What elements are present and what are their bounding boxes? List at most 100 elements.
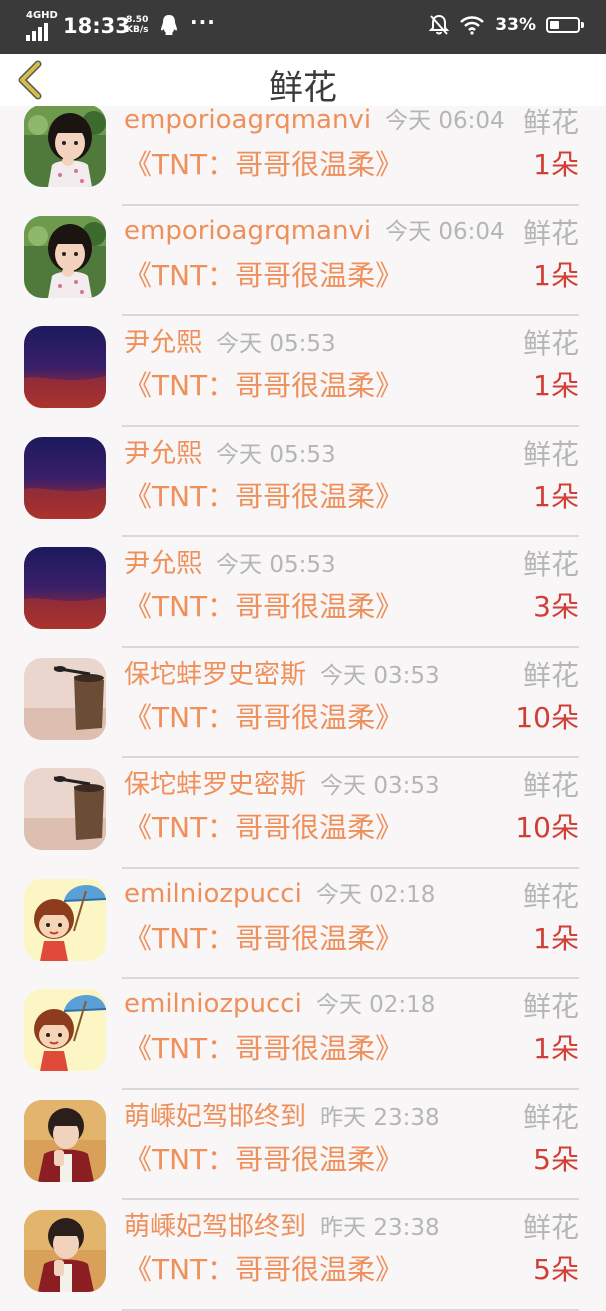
battery-icon [546,17,584,33]
list-item[interactable]: 尹允熙 今天 05:53 鲜花 《TNT：哥哥很温柔》 1朵 [0,427,606,537]
timestamp: 今天 06:04 [385,218,505,245]
list-item[interactable]: 保坨蚌罗史密斯 今天 03:53 鲜花 《TNT：哥哥很温柔》 10朵 [0,758,606,869]
avatar[interactable] [24,105,106,187]
work-title[interactable]: 《TNT：哥哥很温柔》 [124,696,403,736]
avatar[interactable] [24,768,106,850]
flower-count: 1朵 [533,148,579,181]
username[interactable]: emilniozpucci [124,879,302,909]
work-title[interactable]: 《TNT：哥哥很温柔》 [124,917,403,957]
gift-type: 鲜花 [522,1100,579,1134]
timestamp: 今天 05:53 [216,552,336,578]
username[interactable]: 保坨蚌罗史密斯 [124,770,306,800]
username[interactable]: 尹允熙 [124,328,202,358]
username[interactable]: 萌嵊妃驾邯终到 [124,1102,306,1132]
list-item[interactable]: 尹允熙 今天 05:53 鲜花 《TNT：哥哥很温柔》 3朵 [0,537,606,648]
username-line: 尹允熙 今天 05:53 [124,322,336,359]
gift-type: 鲜花 [522,990,579,1023]
flower-count: 5朵 [533,1142,579,1176]
qq-icon [160,14,178,40]
avatar[interactable] [24,326,106,408]
work-title[interactable]: 《TNT：哥哥很温柔》 [124,585,403,625]
timestamp: 昨天 23:38 [320,1215,440,1241]
list-item[interactable]: emporioagrqmanvi 今天 06:04 鲜花 《TNT：哥哥很温柔》 … [0,206,606,316]
battery-percent: 33% [495,15,536,35]
flower-count: 1朵 [533,479,579,513]
flower-record-list[interactable]: emporioagrqmanvi 今天 06:04 鲜花 《TNT：哥哥很温柔》 … [0,95,606,1311]
gift-type: 鲜花 [522,879,579,913]
work-title[interactable]: 《TNT：哥哥很温柔》 [124,1027,403,1067]
list-item[interactable]: 萌嵊妃驾邯终到 昨天 23:38 鲜花 《TNT：哥哥很温柔》 5朵 [0,1200,606,1311]
flower-count: 1朵 [533,369,579,402]
username[interactable]: emporioagrqmanvi [124,105,371,135]
username-line: emilniozpucci 今天 02:18 [124,985,435,1019]
list-item[interactable]: emporioagrqmanvi 今天 06:04 鲜花 《TNT：哥哥很温柔》 … [0,95,606,206]
gift-type: 鲜花 [522,548,579,581]
username-line: 保坨蚌罗史密斯 今天 03:53 [124,654,440,691]
timestamp: 今天 05:53 [216,331,336,357]
signal-indicator: 4GHD [26,10,58,42]
list-item[interactable]: 尹允熙 今天 05:53 鲜花 《TNT：哥哥很温柔》 1朵 [0,316,606,427]
flower-count: 10朵 [515,700,579,734]
network-speed: 8.50 KB/s [126,15,148,35]
network-type: 4GHD [26,10,58,21]
speed-value: 8.50 [126,15,149,25]
avatar[interactable] [24,989,106,1071]
divider [122,1308,579,1311]
list-item[interactable]: emilniozpucci 今天 02:18 鲜花 《TNT：哥哥很温柔》 1朵 [0,869,606,979]
work-title[interactable]: 《TNT：哥哥很温柔》 [124,254,403,294]
list-item[interactable]: emilniozpucci 今天 02:18 鲜花 《TNT：哥哥很温柔》 1朵 [0,979,606,1090]
work-title[interactable]: 《TNT：哥哥很温柔》 [124,475,403,515]
work-title[interactable]: 《TNT：哥哥很温柔》 [124,806,403,846]
username-line: emilniozpucci 今天 02:18 [124,875,435,909]
clock: 18:33 [63,14,130,38]
title-bar: 鲜花 [0,54,606,108]
signal-icon [26,23,48,41]
avatar[interactable] [24,215,106,298]
gift-type: 鲜花 [522,1211,579,1244]
username-line: 保坨蚌罗史密斯 今天 03:53 [124,764,440,801]
avatar[interactable] [24,657,106,740]
username[interactable]: 尹允熙 [124,439,202,469]
wifi-icon [460,16,485,35]
avatar[interactable] [24,878,106,961]
more-notifications-icon: ··· [190,10,216,34]
timestamp: 今天 06:04 [385,108,505,134]
username[interactable]: 保坨蚌罗史密斯 [124,660,306,690]
username-line: 萌嵊妃驾邯终到 昨天 23:38 [124,1206,440,1243]
avatar[interactable] [24,436,106,519]
gift-type: 鲜花 [522,437,579,471]
gift-type: 鲜花 [522,216,579,250]
gift-type: 鲜花 [522,769,579,802]
list-item[interactable]: 萌嵊妃驾邯终到 昨天 23:38 鲜花 《TNT：哥哥很温柔》 5朵 [0,1090,606,1200]
flower-count: 1朵 [533,1032,579,1065]
work-title[interactable]: 《TNT：哥哥很温柔》 [124,1138,403,1178]
flower-count: 10朵 [515,811,579,844]
avatar[interactable] [24,547,106,629]
username[interactable]: emilniozpucci [124,989,302,1019]
timestamp: 今天 05:53 [216,441,336,468]
username-line: 尹允熙 今天 05:53 [124,543,336,580]
flower-count: 1朵 [533,258,579,292]
gift-type: 鲜花 [522,658,579,692]
speed-unit: KB/s [126,25,149,35]
username-line: emporioagrqmanvi 今天 06:04 [124,212,505,246]
timestamp: 今天 02:18 [315,992,436,1018]
work-title[interactable]: 《TNT：哥哥很温柔》 [124,1248,403,1288]
list-item[interactable]: 保坨蚌罗史密斯 今天 03:53 鲜花 《TNT：哥哥很温柔》 10朵 [0,648,606,758]
username[interactable]: emporioagrqmanvi [124,216,371,246]
page-title: 鲜花 [269,68,337,108]
flower-count: 3朵 [533,590,579,623]
timestamp: 今天 03:53 [320,773,440,799]
username[interactable]: 尹允熙 [124,549,202,579]
work-title[interactable]: 《TNT：哥哥很温柔》 [124,364,403,404]
avatar[interactable] [24,1099,106,1182]
username-line: 尹允熙 今天 05:53 [124,433,336,470]
timestamp: 昨天 23:38 [320,1104,440,1131]
status-bar: 4GHD 18:33 8.50 KB/s ··· 33% [0,0,606,54]
username[interactable]: 萌嵊妃驾邯终到 [124,1212,306,1242]
gift-type: 鲜花 [522,327,579,360]
mute-icon [429,14,450,35]
timestamp: 今天 03:53 [320,662,440,689]
work-title[interactable]: 《TNT：哥哥很温柔》 [124,143,403,183]
flower-count: 1朵 [533,921,579,955]
